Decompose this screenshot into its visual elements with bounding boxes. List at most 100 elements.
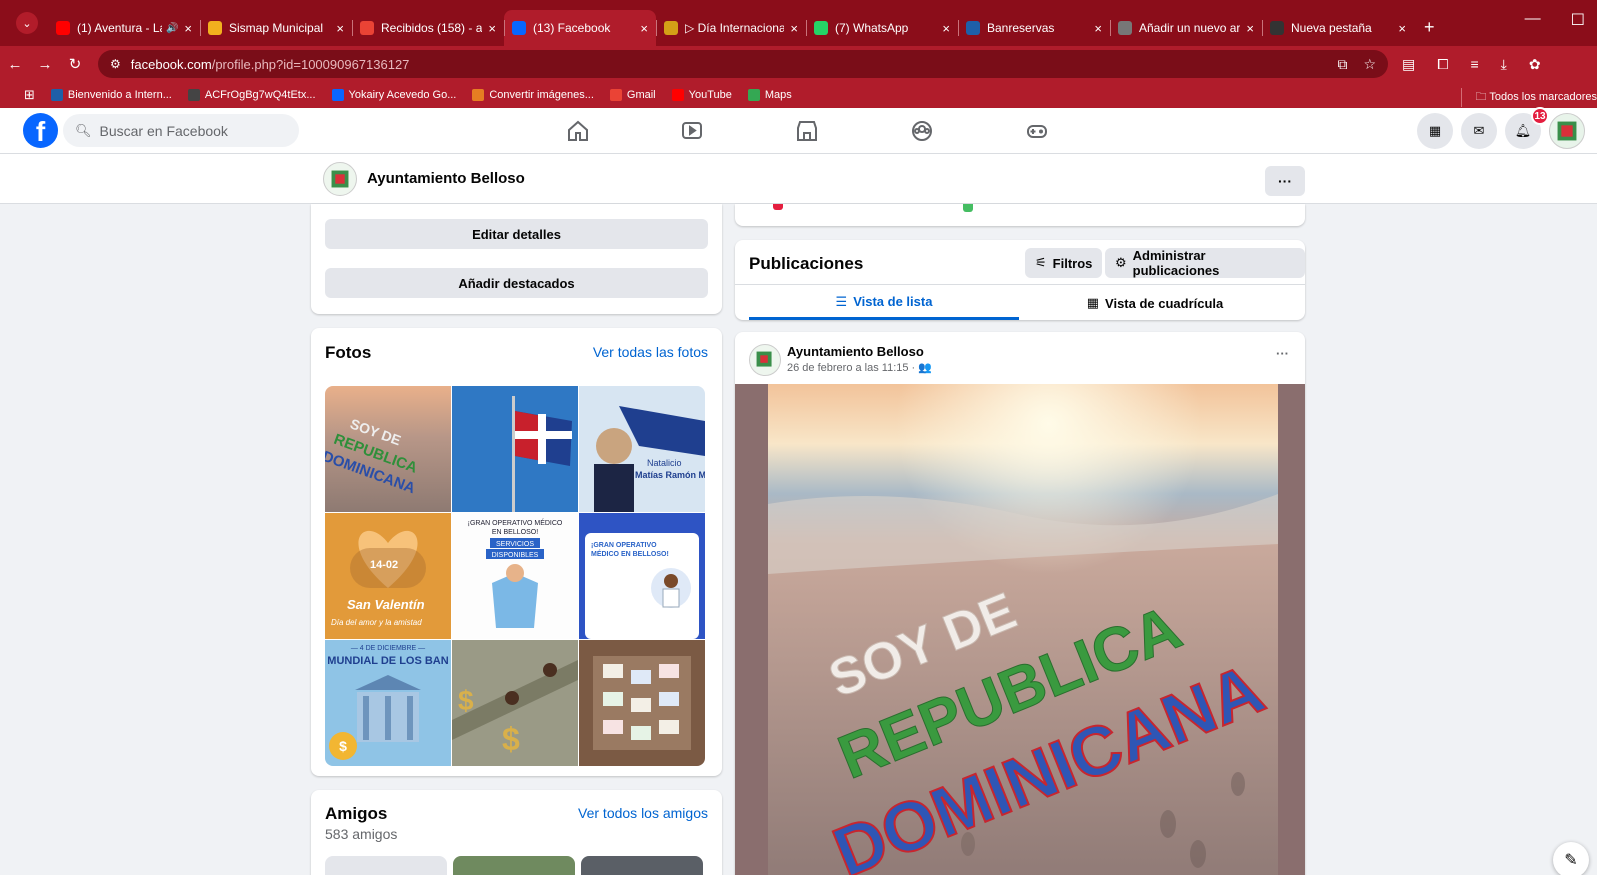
search-input[interactable]: 🔍︎ Buscar en Facebook	[63, 114, 299, 147]
video-icon[interactable]	[662, 108, 722, 154]
reload-icon[interactable]: ↻	[60, 55, 90, 73]
menu-grid-icon[interactable]: ▦	[1417, 113, 1453, 149]
post-timestamp[interactable]: 26 de febrero a las 11:15 · 👥	[787, 361, 932, 374]
new-tab-button[interactable]: +	[1424, 17, 1435, 38]
minimize-icon[interactable]: —	[1525, 10, 1541, 30]
svg-text:¡GRAN OPERATIVO MÉDICO: ¡GRAN OPERATIVO MÉDICO	[468, 518, 563, 527]
marketplace-icon[interactable]	[777, 108, 837, 154]
profile-name[interactable]: Ayuntamiento Belloso	[367, 170, 525, 187]
notifications-bell-icon[interactable]: 🔔︎ 13	[1505, 107, 1549, 149]
photo-grid: SOY DE REPUBLICA DOMINICANA Natalicio Matía…	[325, 386, 705, 766]
photo-thumbnail[interactable]: 14-02 San Valentín Día del amor y la amist…	[325, 513, 451, 639]
tab-favicon-icon	[360, 21, 374, 35]
browser-tab[interactable]: (1) Aventura - La 🔊 ×	[48, 10, 200, 46]
reading-list-icon[interactable]: ≡	[1470, 56, 1478, 73]
photo-thumbnail[interactable]	[579, 640, 705, 766]
tab-title: Recibidos (158) - ayu	[381, 21, 483, 35]
bookmark-item[interactable]: Maps	[747, 89, 792, 101]
extensions-icon[interactable]: ⧠	[1437, 56, 1448, 73]
new-message-icon[interactable]: ✎	[1553, 842, 1589, 875]
tab-groups-icon[interactable]: ▤	[1402, 56, 1415, 73]
photo-thumbnail[interactable]: Natalicio Matías Ramón Mella	[579, 386, 705, 512]
photos-title: Fotos	[325, 343, 372, 362]
bookmark-favicon-icon	[747, 89, 760, 101]
manage-posts-button[interactable]: ⚙ Administrar publicaciones	[1105, 248, 1305, 278]
friend-thumbnail[interactable]	[453, 856, 575, 875]
tab-close-icon[interactable]: ×	[184, 21, 192, 36]
tab-audio-icon[interactable]: 🔊	[166, 23, 178, 34]
site-info-icon[interactable]: ⚙	[110, 57, 121, 71]
svg-text:14-02: 14-02	[370, 559, 398, 571]
svg-text:MÉDICO EN BELLOSO!: MÉDICO EN BELLOSO!	[591, 549, 669, 558]
browser-tab[interactable]: Nueva pestaña ×	[1262, 10, 1414, 46]
browser-tab[interactable]: ▷ Día Internacional p ×	[656, 10, 806, 46]
notification-badge: 13	[1531, 107, 1549, 125]
bookmark-item[interactable]: Yokairy Acevedo Go...	[331, 89, 456, 101]
photo-thumbnail[interactable]: SOY DE REPUBLICA DOMINICANA	[325, 386, 451, 512]
messenger-icon[interactable]: ✉	[1461, 113, 1497, 149]
tab-close-icon[interactable]: ×	[942, 21, 950, 36]
forward-icon[interactable]: →	[30, 56, 60, 73]
facebook-logo-icon[interactable]: f	[23, 113, 58, 148]
tab-search-icon[interactable]: ⌄	[16, 12, 38, 34]
tab-close-icon[interactable]: ×	[1246, 21, 1254, 36]
post-author-name[interactable]: Ayuntamiento Belloso	[787, 344, 924, 359]
home-icon[interactable]	[548, 108, 608, 154]
browser-tab[interactable]: (7) WhatsApp ×	[806, 10, 958, 46]
tab-close-icon[interactable]: ×	[1398, 21, 1406, 36]
photo-video-icon[interactable]	[963, 204, 973, 212]
install-icon[interactable]: ⧉	[1337, 56, 1347, 73]
friend-thumbnail[interactable]	[325, 856, 447, 875]
tab-list-view[interactable]: ☰ Vista de lista	[749, 286, 1019, 320]
edit-details-button[interactable]: Editar detalles	[325, 219, 708, 249]
maximize-icon[interactable]: ☐	[1571, 10, 1585, 30]
tab-close-icon[interactable]: ×	[640, 21, 648, 36]
filters-label: Filtros	[1052, 255, 1093, 271]
browser-tab[interactable]: Banreservas ×	[958, 10, 1110, 46]
svg-text:SERVICIOS: SERVICIOS	[496, 541, 534, 548]
tab-close-icon[interactable]: ×	[1094, 21, 1102, 36]
profile-icon[interactable]: ✿	[1529, 56, 1541, 73]
tab-favicon-icon	[1270, 21, 1284, 35]
photo-thumbnail[interactable]: ¡GRAN OPERATIVO MÉDICO EN BELLOSO!	[579, 513, 705, 639]
browser-tab[interactable]: Añadir un nuevo arch ×	[1110, 10, 1262, 46]
tab-close-icon[interactable]: ×	[336, 21, 344, 36]
post-image[interactable]: SOY DE REPUBLICA DOMINICANA	[735, 384, 1305, 875]
groups-icon[interactable]	[892, 108, 952, 154]
browser-tab[interactable]: Sismap Municipal ×	[200, 10, 352, 46]
gaming-icon[interactable]	[1007, 108, 1067, 154]
back-icon[interactable]: ←	[0, 56, 30, 73]
see-all-photos-link[interactable]: Ver todas las fotos	[593, 344, 708, 360]
bookmark-star-icon[interactable]: ☆	[1363, 56, 1376, 73]
bookmark-item[interactable]: YouTube	[671, 89, 732, 101]
bookmark-item[interactable]: ACFrOgBg7wQ4tEtx...	[187, 89, 316, 101]
live-video-icon[interactable]	[773, 204, 783, 210]
tab-close-icon[interactable]: ×	[488, 21, 496, 36]
apps-icon[interactable]: ⊞	[24, 87, 35, 103]
posts-header-card: Publicaciones ⚟ Filtros ⚙ Administrar pu…	[735, 240, 1305, 320]
bookmark-item[interactable]: Gmail	[609, 89, 656, 101]
account-avatar[interactable]	[1549, 113, 1585, 149]
filters-button[interactable]: ⚟ Filtros	[1025, 248, 1103, 278]
photo-thumbnail[interactable]: — 4 DE DICIEMBRE — MUNDIAL DE LOS BAN $	[325, 640, 451, 766]
browser-tab[interactable]: (13) Facebook ×	[504, 10, 656, 46]
all-bookmarks-button[interactable]: 🗀 Todos los marcadores	[1460, 88, 1597, 107]
tab-close-icon[interactable]: ×	[790, 21, 798, 36]
see-all-friends-link[interactable]: Ver todos los amigos	[578, 805, 708, 821]
post-author-avatar[interactable]	[749, 344, 781, 376]
profile-more-button[interactable]: ···	[1265, 166, 1305, 196]
photo-thumbnail[interactable]: ¡GRAN OPERATIVO MÉDICO EN BELLOSO! SERVICI…	[452, 513, 578, 639]
tab-favicon-icon	[512, 21, 526, 35]
download-icon[interactable]: ⤓	[1501, 56, 1507, 73]
bookmark-item[interactable]: Convertir imágenes...	[472, 89, 594, 101]
tab-grid-view[interactable]: ▦ Vista de cuadrícula	[1019, 286, 1291, 320]
photo-thumbnail[interactable]: $ $	[452, 640, 578, 766]
photo-thumbnail[interactable]	[452, 386, 578, 512]
profile-avatar[interactable]	[323, 162, 357, 196]
bookmark-item[interactable]: Bienvenido a Intern...	[50, 89, 172, 101]
post-more-icon[interactable]: ···	[1276, 346, 1289, 361]
add-featured-button[interactable]: Añadir destacados	[325, 268, 708, 298]
address-bar[interactable]: ⚙ facebook.com /profile.php?id=100090967…	[98, 50, 1388, 78]
browser-tab[interactable]: Recibidos (158) - ayu ×	[352, 10, 504, 46]
friend-thumbnail[interactable]	[581, 856, 703, 875]
